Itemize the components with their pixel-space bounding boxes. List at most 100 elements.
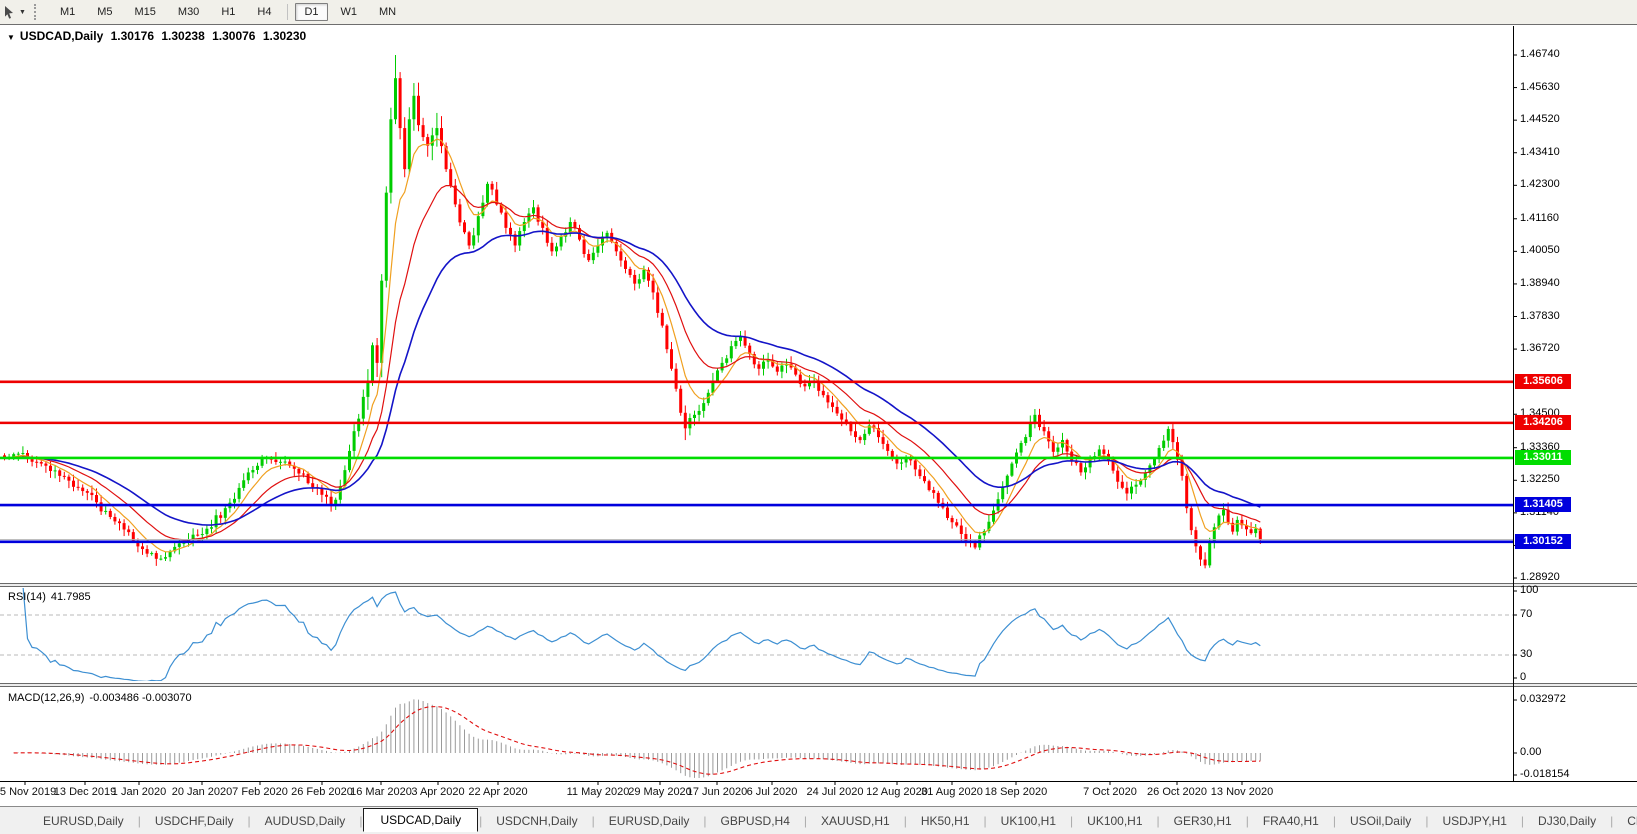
tab-separator: | xyxy=(479,813,483,828)
tab-separator: | xyxy=(983,813,987,828)
x-axis-label: 6 Jul 2020 xyxy=(746,786,798,798)
price-tick-label: 1.28920 xyxy=(1520,571,1560,584)
collapse-caret-icon[interactable]: ▼ xyxy=(7,33,15,42)
x-axis-label: 26 Feb 2020 xyxy=(291,786,353,798)
pointer-dropdown-caret-icon[interactable]: ▼ xyxy=(19,9,26,16)
macd-tick-label: 0.032972 xyxy=(1520,693,1566,705)
timeframe-m5-button[interactable]: M5 xyxy=(88,3,121,21)
tab-EURUSD-Daily[interactable]: EURUSD,Daily xyxy=(596,810,703,832)
timeframe-m15-button[interactable]: M15 xyxy=(126,3,165,21)
tab-GER30-H1[interactable]: GER30,H1 xyxy=(1161,810,1245,832)
tab-separator: | xyxy=(1245,813,1249,828)
price-tick-label: 1.43410 xyxy=(1520,145,1560,158)
timeframe-w1-button[interactable]: W1 xyxy=(332,3,367,21)
x-axis-label: 22 Apr 2020 xyxy=(468,786,528,798)
x-axis-label: 18 Sep 2020 xyxy=(984,786,1048,798)
x-axis-label: 16 Mar 2020 xyxy=(350,786,412,798)
rsi-tick-label: 70 xyxy=(1520,608,1533,620)
price-line-label: 1.31405 xyxy=(1515,497,1571,513)
price-line-label: 1.30152 xyxy=(1515,533,1571,549)
tab-USDCAD-Daily[interactable]: USDCAD,Daily xyxy=(363,807,479,832)
price-tick-label: 1.32250 xyxy=(1520,473,1560,486)
x-axis-label: 7 Feb 2020 xyxy=(232,786,288,798)
macd-tick-label: -0.018154 xyxy=(1520,768,1570,780)
rsi-value: 41.7985 xyxy=(50,591,91,603)
tab-separator: | xyxy=(1070,813,1074,828)
tab-CHINA300-H1[interactable]: CHINA300,H1 xyxy=(1614,810,1637,832)
price-line-label: 1.35606 xyxy=(1515,373,1571,389)
timeframe-h1-button[interactable]: H1 xyxy=(212,3,244,21)
tab-EURUSD-Daily[interactable]: EURUSD,Daily xyxy=(30,810,137,832)
price-tick-label: 1.42300 xyxy=(1520,178,1560,191)
x-axis-label: 13 Nov 2020 xyxy=(1210,786,1274,798)
price-tick-label: 1.41160 xyxy=(1520,211,1559,224)
timeframe-h4-button[interactable]: H4 xyxy=(248,3,280,21)
tab-XAUUSD-H1[interactable]: XAUUSD,H1 xyxy=(808,810,903,832)
x-axis-label: 12 Aug 2020 xyxy=(866,786,928,798)
timeframe-toolbar: ▼ M1 M5 M15 M30 H1 H4 D1 W1 MN xyxy=(0,0,1637,25)
tab-USDCNH-Daily[interactable]: USDCNH,Daily xyxy=(483,810,590,832)
x-axis-label: 17 Jun 2020 xyxy=(686,786,748,798)
macd-values: -0.003486 -0.003070 xyxy=(89,692,192,704)
symbol-tabs: EURUSD,Daily | USDCHF,Daily | AUDUSD,Daily | U… xyxy=(30,807,1637,832)
timeframe-m1-button[interactable]: M1 xyxy=(51,3,84,21)
macd-tick-label: 0.00 xyxy=(1520,746,1542,758)
tab-UK100-H1[interactable]: UK100,H1 xyxy=(1074,810,1155,832)
timeframe-group-separator xyxy=(287,4,289,20)
price-chart[interactable] xyxy=(0,0,1637,834)
tab-AUDUSD-Daily[interactable]: AUDUSD,Daily xyxy=(252,810,359,832)
x-axis-label: 25 Nov 2019 xyxy=(0,786,57,798)
symbol-tab-bar: EURUSD,Daily | USDCHF,Daily | AUDUSD,Daily | U… xyxy=(0,806,1637,834)
tab-HK50-H1[interactable]: HK50,H1 xyxy=(908,810,983,832)
tab-UK100-H1[interactable]: UK100,H1 xyxy=(988,810,1069,832)
tab-separator: | xyxy=(903,813,907,828)
tab-separator: | xyxy=(703,813,707,828)
x-axis-label: 7 Oct 2020 xyxy=(1083,786,1137,798)
x-axis-label: 1 Jan 2020 xyxy=(111,786,167,798)
price-tick-label: 1.37830 xyxy=(1520,309,1560,322)
tab-FRA40-H1[interactable]: FRA40,H1 xyxy=(1250,810,1332,832)
high-value: 1.30238 xyxy=(161,29,205,43)
tab-separator: | xyxy=(1520,813,1525,828)
low-value: 1.30076 xyxy=(212,29,256,43)
pointer-tool-icon[interactable] xyxy=(1,4,17,20)
price-line-label: 1.33011 xyxy=(1515,449,1571,465)
chart-ohlc-header: ▼ USDCAD,Daily 1.30176 1.30238 1.30076 1.… xyxy=(7,29,310,43)
tab-DJ30-Daily[interactable]: DJ30,Daily xyxy=(1525,810,1609,832)
tab-separator: | xyxy=(1425,813,1429,828)
price-tick-label: 1.45630 xyxy=(1520,80,1560,93)
price-tick-label: 1.40050 xyxy=(1520,244,1560,257)
tab-separator: | xyxy=(137,813,141,828)
price-tick-label: 1.44520 xyxy=(1520,113,1560,126)
tab-separator: | xyxy=(359,813,363,828)
x-axis-label: 24 Jul 2020 xyxy=(806,786,864,798)
price-tick-label: 1.38940 xyxy=(1520,276,1560,289)
tab-separator: | xyxy=(591,813,595,828)
timeframe-mn-button[interactable]: MN xyxy=(370,3,405,21)
tab-USOil-Daily[interactable]: USOil,Daily xyxy=(1337,810,1424,832)
timeframe-buttons: M1 M5 M15 M30 H1 H4 D1 W1 MN xyxy=(49,3,407,21)
open-value: 1.30176 xyxy=(110,29,155,43)
price-tick-label: 1.46740 xyxy=(1520,48,1560,60)
x-axis-label: 20 Jan 2020 xyxy=(171,786,233,798)
tab-separator: | xyxy=(1156,813,1160,828)
x-axis-label: 3 Apr 2020 xyxy=(411,786,465,798)
chart-symbol-label: USDCAD,Daily xyxy=(19,29,104,43)
tab-USDCHF-Daily[interactable]: USDCHF,Daily xyxy=(142,810,247,832)
rsi-tick-label: 30 xyxy=(1520,648,1533,660)
tab-GBPUSD-H4[interactable]: GBPUSD,H4 xyxy=(708,810,803,832)
tab-USDJPY-H1[interactable]: USDJPY,H1 xyxy=(1429,810,1519,832)
trading-terminal-window: ▼ M1 M5 M15 M30 H1 H4 D1 W1 MN ▼ USDCAD,Daily 1.3… xyxy=(0,0,1637,834)
close-value: 1.30230 xyxy=(262,29,307,43)
rsi-tick-label: 0 xyxy=(1520,671,1527,683)
timeframe-d1-button[interactable]: D1 xyxy=(295,3,328,21)
macd-indicator-label: MACD(12,26,9) -0.003486 -0.003070 xyxy=(8,692,192,704)
rsi-indicator-label: RSI(14) 41.7985 xyxy=(8,591,91,603)
tab-separator: | xyxy=(803,813,808,828)
tab-separator: | xyxy=(247,813,251,828)
tab-separator: | xyxy=(1610,813,1614,828)
x-axis-label: 13 Dec 2019 xyxy=(53,786,117,798)
toolbar-grip-handle[interactable] xyxy=(33,4,41,20)
timeframe-m30-button[interactable]: M30 xyxy=(169,3,208,21)
x-axis-label: 11 May 2020 xyxy=(566,786,630,798)
